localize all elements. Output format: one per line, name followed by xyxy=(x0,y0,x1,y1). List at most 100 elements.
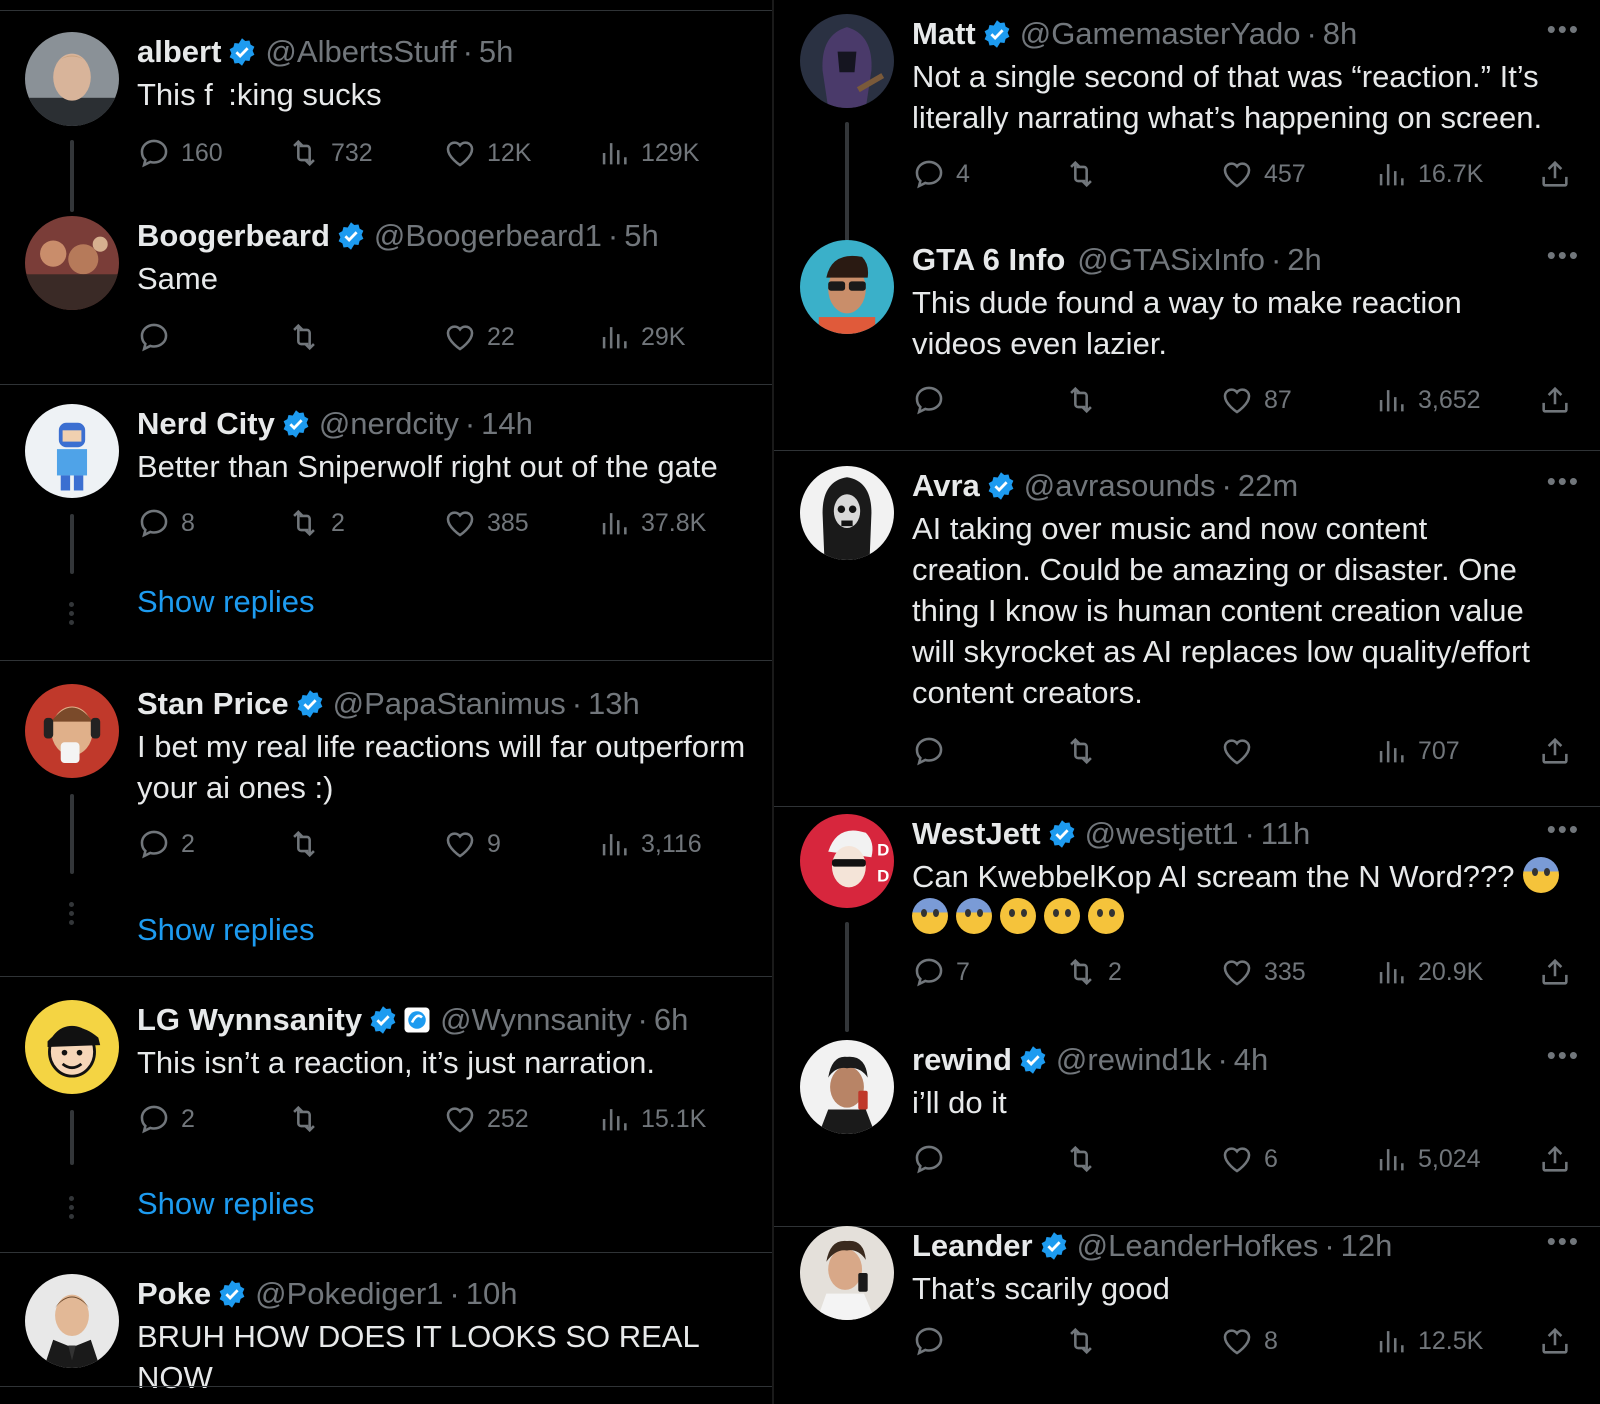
timestamp[interactable]: 22m xyxy=(1238,466,1298,506)
retweet-button[interactable] xyxy=(1064,378,1108,422)
handle[interactable]: @AlbertsStuff xyxy=(265,32,456,72)
display-name[interactable]: rewind xyxy=(912,1040,1012,1080)
share-button[interactable] xyxy=(1538,1137,1572,1181)
views-button[interactable]: 20.9K xyxy=(1374,950,1483,994)
timestamp[interactable]: 12h xyxy=(1341,1226,1393,1266)
avatar[interactable]: DD xyxy=(800,814,894,908)
like-button[interactable]: 9 xyxy=(443,822,501,866)
retweet-button[interactable] xyxy=(287,822,331,866)
display-name[interactable]: Avra xyxy=(912,466,980,506)
retweet-button[interactable]: 732 xyxy=(287,131,373,175)
views-button[interactable]: 37.8K xyxy=(597,501,706,545)
avatar[interactable] xyxy=(25,1274,119,1368)
more-options-icon[interactable]: ••• xyxy=(1547,814,1580,845)
handle[interactable]: @Pokediger1 xyxy=(255,1274,443,1314)
retweet-button[interactable]: 2 xyxy=(1064,950,1122,994)
display-name[interactable]: Nerd City xyxy=(137,404,275,444)
reply-button[interactable]: 7 xyxy=(912,950,970,994)
like-button[interactable] xyxy=(1220,729,1264,773)
share-button[interactable] xyxy=(1538,1319,1572,1363)
share-button[interactable] xyxy=(1538,950,1572,994)
handle[interactable]: @nerdcity xyxy=(319,404,459,444)
views-button[interactable]: 3,652 xyxy=(1374,378,1481,422)
like-button[interactable]: 457 xyxy=(1220,152,1306,196)
views-button[interactable]: 15.1K xyxy=(597,1097,706,1141)
like-button[interactable]: 22 xyxy=(443,315,515,359)
more-options-icon[interactable]: ••• xyxy=(1547,14,1580,45)
timestamp[interactable]: 5h xyxy=(624,216,658,256)
retweet-button[interactable] xyxy=(1064,1137,1108,1181)
reply-button[interactable] xyxy=(912,378,956,422)
reply-button[interactable] xyxy=(137,315,181,359)
views-button[interactable]: 16.7K xyxy=(1374,152,1483,196)
views-button[interactable]: 129K xyxy=(597,131,699,175)
views-button[interactable]: 5,024 xyxy=(1374,1137,1481,1181)
more-options-icon[interactable]: ••• xyxy=(1547,1040,1580,1071)
display-name[interactable]: Leander xyxy=(912,1226,1033,1266)
reply-button[interactable]: 4 xyxy=(912,152,970,196)
more-options-icon[interactable]: ••• xyxy=(1547,240,1580,271)
display-name[interactable]: GTA 6 Info xyxy=(912,240,1065,280)
avatar[interactable] xyxy=(25,684,119,778)
handle[interactable]: @Wynnsanity xyxy=(440,1000,631,1040)
timestamp[interactable]: 10h xyxy=(466,1274,518,1314)
avatar[interactable] xyxy=(800,1040,894,1134)
retweet-button[interactable] xyxy=(1064,729,1108,773)
display-name[interactable]: albert xyxy=(137,32,221,72)
like-button[interactable]: 87 xyxy=(1220,378,1292,422)
views-button[interactable]: 29K xyxy=(597,315,685,359)
timestamp[interactable]: 6h xyxy=(654,1000,688,1040)
reply-button[interactable] xyxy=(912,1137,956,1181)
reply-button[interactable]: 2 xyxy=(137,822,195,866)
reply-button[interactable]: 2 xyxy=(137,1097,195,1141)
like-button[interactable]: 252 xyxy=(443,1097,529,1141)
display-name[interactable]: Boogerbeard xyxy=(137,216,330,256)
display-name[interactable]: Poke xyxy=(137,1274,211,1314)
display-name[interactable]: LG Wynnsanity xyxy=(137,1000,362,1040)
reply-button[interactable] xyxy=(912,729,956,773)
avatar[interactable] xyxy=(800,14,894,108)
handle[interactable]: @GamemasterYado xyxy=(1020,14,1301,54)
avatar[interactable] xyxy=(25,404,119,498)
avatar[interactable] xyxy=(25,1000,119,1094)
display-name[interactable]: Stan Price xyxy=(137,684,289,724)
avatar[interactable] xyxy=(800,240,894,334)
handle[interactable]: @westjett1 xyxy=(1085,814,1239,854)
retweet-button[interactable] xyxy=(1064,152,1108,196)
timestamp[interactable]: 11h xyxy=(1261,814,1310,854)
share-button[interactable] xyxy=(1538,729,1572,773)
retweet-button[interactable]: 2 xyxy=(287,501,345,545)
retweet-button[interactable] xyxy=(287,315,331,359)
more-options-icon[interactable]: ••• xyxy=(1547,1226,1580,1257)
retweet-button[interactable] xyxy=(287,1097,331,1141)
reply-button[interactable]: 160 xyxy=(137,131,223,175)
like-button[interactable]: 12K xyxy=(443,131,531,175)
reply-button[interactable]: 8 xyxy=(137,501,195,545)
like-button[interactable]: 335 xyxy=(1220,950,1306,994)
like-button[interactable]: 385 xyxy=(443,501,529,545)
views-button[interactable]: 12.5K xyxy=(1374,1319,1483,1363)
share-button[interactable] xyxy=(1538,152,1572,196)
avatar[interactable] xyxy=(800,1226,894,1320)
handle[interactable]: @GTASixInfo xyxy=(1077,240,1265,280)
display-name[interactable]: Matt xyxy=(912,14,976,54)
more-options-icon[interactable]: ••• xyxy=(1547,466,1580,497)
views-button[interactable]: 3,116 xyxy=(597,822,702,866)
handle[interactable]: @PapaStanimus xyxy=(333,684,566,724)
share-button[interactable] xyxy=(1538,378,1572,422)
timestamp[interactable]: 5h xyxy=(479,32,513,72)
show-replies-link[interactable]: Show replies xyxy=(137,1186,314,1222)
reply-button[interactable] xyxy=(912,1319,956,1363)
show-replies-link[interactable]: Show replies xyxy=(137,584,314,620)
avatar[interactable] xyxy=(25,32,119,126)
handle[interactable]: @avrasounds xyxy=(1024,466,1216,506)
like-button[interactable]: 8 xyxy=(1220,1319,1278,1363)
timestamp[interactable]: 4h xyxy=(1234,1040,1268,1080)
timestamp[interactable]: 13h xyxy=(588,684,640,724)
handle[interactable]: @rewind1k xyxy=(1056,1040,1212,1080)
handle[interactable]: @LeanderHofkes xyxy=(1077,1226,1319,1266)
display-name[interactable]: WestJett xyxy=(912,814,1041,854)
avatar[interactable] xyxy=(800,466,894,560)
retweet-button[interactable] xyxy=(1064,1319,1108,1363)
views-button[interactable]: 707 xyxy=(1374,729,1460,773)
